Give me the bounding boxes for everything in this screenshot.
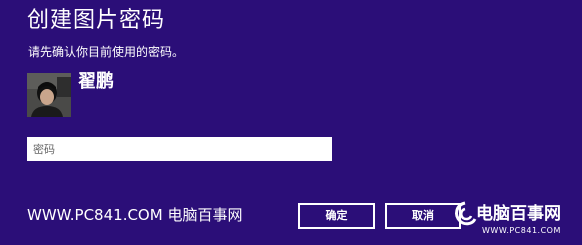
instruction-text: 请先确认你目前使用的密码。 xyxy=(28,45,185,59)
cancel-button[interactable]: 取消 xyxy=(385,203,461,229)
password-input[interactable] xyxy=(27,137,332,161)
page-title: 创建图片密码 xyxy=(27,8,166,33)
watermark-text: WWW.PC841.COM 电脑百事网 xyxy=(27,206,243,224)
ok-button[interactable]: 确定 xyxy=(298,203,375,229)
site-logo: 电脑百事网 WWW.PC841.COM xyxy=(452,199,582,245)
avatar xyxy=(27,73,71,117)
swirl-logo-icon xyxy=(455,201,477,226)
username: 翟鹏 xyxy=(78,71,114,92)
create-picture-password-screen: 创建图片密码 请先确认你目前使用的密码。 翟鹏 WWW.PC841.COM 电脑… xyxy=(0,0,582,245)
logo-name: 电脑百事网 xyxy=(476,204,561,224)
user-photo-icon xyxy=(27,73,71,117)
logo-url: WWW.PC841.COM xyxy=(482,226,561,235)
